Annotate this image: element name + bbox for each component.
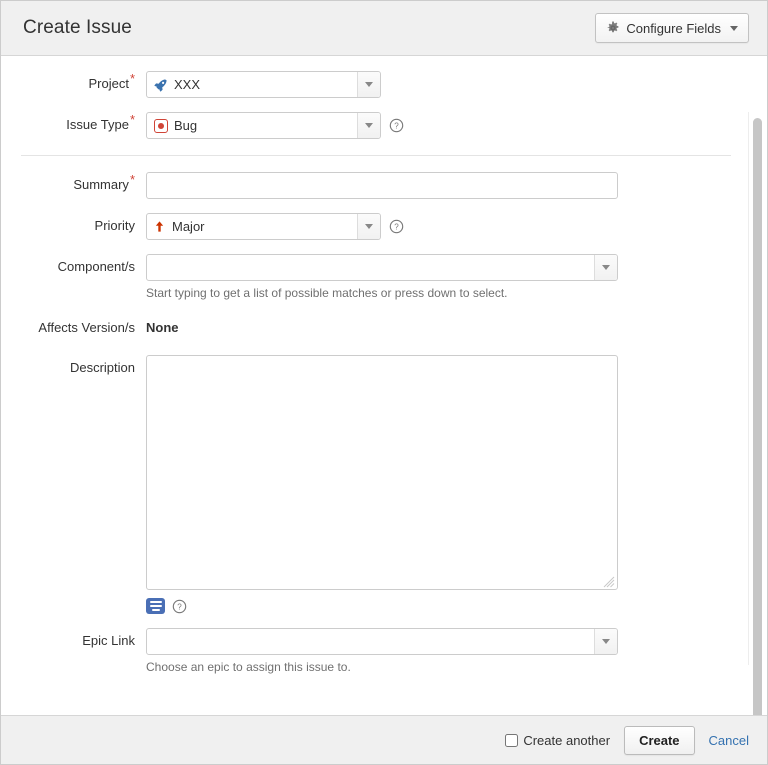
bug-icon — [154, 118, 168, 133]
project-avatar-icon — [154, 78, 168, 92]
vertical-scrollbar-thumb[interactable] — [753, 118, 762, 715]
wiki-markup-icon[interactable] — [146, 598, 165, 614]
field-row-components: Component/s Start typing to get a list o… — [1, 247, 767, 308]
project-label: Project* — [1, 71, 146, 97]
summary-label: Summary* — [1, 172, 146, 198]
components-label-text: Component/s — [57, 259, 135, 274]
affects-versions-value: None — [146, 320, 179, 335]
create-another-label: Create another — [523, 732, 611, 748]
epic-link-control: Choose an epic to assign this issue to. — [146, 628, 767, 675]
priority-selected-value: Major — [172, 219, 205, 234]
cancel-link[interactable]: Cancel — [709, 733, 749, 748]
chevron-down-icon — [730, 25, 738, 31]
summary-input[interactable] — [146, 172, 618, 199]
issue-type-label-text: Issue Type — [66, 117, 129, 132]
priority-dropdown-arrow[interactable] — [357, 214, 380, 239]
field-row-affects-versions: Affects Version/s None — [1, 308, 767, 348]
description-control: ? — [146, 355, 767, 614]
affects-versions-label-text: Affects Version/s — [38, 320, 135, 335]
required-indicator: * — [129, 111, 135, 127]
required-indicator: * — [129, 171, 135, 187]
svg-text:?: ? — [394, 223, 399, 232]
description-textarea[interactable] — [146, 355, 618, 590]
create-issue-form: Project* XXX Issue Type* Bug ? Summary* … — [1, 64, 767, 682]
section-divider — [21, 155, 731, 156]
epic-link-hint: Choose an epic to assign this issue to. — [146, 660, 351, 674]
epic-link-select[interactable] — [146, 628, 618, 655]
issue-type-select[interactable]: Bug — [146, 112, 381, 139]
configure-fields-label: Configure Fields — [626, 20, 721, 36]
affects-versions-label: Affects Version/s — [1, 315, 146, 341]
project-selected-value: XXX — [174, 77, 201, 92]
priority-label-text: Priority — [94, 218, 135, 233]
description-textarea-wrap — [146, 355, 618, 590]
field-row-description: Description ? — [1, 348, 767, 621]
components-label: Component/s — [1, 254, 146, 280]
dialog-header: Create Issue Configure Fields — [1, 1, 767, 56]
issue-type-selected-value: Bug — [174, 118, 198, 133]
priority-control: Major ? — [146, 213, 767, 240]
priority-label: Priority — [1, 213, 146, 239]
components-control: Start typing to get a list of possible m… — [146, 254, 767, 301]
priority-major-up-arrow-icon — [154, 220, 166, 234]
summary-label-text: Summary — [73, 177, 129, 192]
summary-control — [146, 172, 767, 199]
field-row-priority: Priority Major ? — [1, 206, 767, 247]
affects-versions-control: None — [146, 315, 767, 341]
field-row-epic-link: Epic Link Choose an epic to assign this … — [1, 621, 767, 682]
project-select-value-wrap: XXX — [147, 72, 357, 97]
field-row-issue-type: Issue Type* Bug ? — [1, 105, 767, 146]
project-label-text: Project — [88, 76, 129, 91]
dialog-footer: Create another Create Cancel — [1, 715, 767, 764]
svg-text:?: ? — [177, 602, 182, 611]
epic-link-select-value-wrap[interactable] — [147, 629, 594, 654]
issue-type-select-value-wrap: Bug — [147, 113, 357, 138]
components-hint: Start typing to get a list of possible m… — [146, 286, 508, 300]
field-row-summary: Summary* — [1, 165, 767, 206]
epic-link-dropdown-arrow[interactable] — [594, 629, 617, 654]
create-another-checkbox[interactable] — [505, 733, 519, 747]
epic-link-label: Epic Link — [1, 628, 146, 654]
issue-type-control: Bug ? — [146, 112, 767, 139]
help-circle-icon[interactable]: ? — [172, 599, 187, 614]
description-toolbar: ? — [146, 598, 767, 614]
field-row-project: Project* XXX — [1, 64, 767, 105]
configure-fields-button[interactable]: Configure Fields — [595, 13, 749, 43]
project-dropdown-arrow[interactable] — [357, 72, 380, 97]
help-circle-icon[interactable]: ? — [389, 219, 404, 234]
help-circle-icon[interactable]: ? — [389, 118, 404, 133]
description-label: Description — [1, 355, 146, 381]
create-button[interactable]: Create — [624, 725, 695, 755]
components-select-value-wrap[interactable] — [147, 255, 594, 280]
gear-icon — [606, 21, 620, 35]
epic-link-label-text: Epic Link — [82, 633, 135, 648]
create-issue-dialog: Create Issue Configure Fields Project* X… — [0, 0, 768, 765]
page-title: Create Issue — [23, 17, 132, 38]
issue-type-label: Issue Type* — [1, 112, 146, 138]
priority-select-value-wrap: Major — [147, 214, 357, 239]
dialog-body-scroll-area[interactable]: Project* XXX Issue Type* Bug ? Summary* … — [1, 56, 767, 715]
project-select[interactable]: XXX — [146, 71, 381, 98]
priority-select[interactable]: Major — [146, 213, 381, 240]
components-dropdown-arrow[interactable] — [594, 255, 617, 280]
project-control: XXX — [146, 71, 767, 98]
required-indicator: * — [129, 70, 135, 86]
svg-text:?: ? — [394, 122, 399, 131]
issue-type-dropdown-arrow[interactable] — [357, 113, 380, 138]
create-another-checkbox-row[interactable]: Create another — [505, 733, 610, 748]
vertical-scrollbar-track[interactable] — [748, 112, 766, 715]
description-label-text: Description — [69, 360, 135, 375]
components-select[interactable] — [146, 254, 618, 281]
